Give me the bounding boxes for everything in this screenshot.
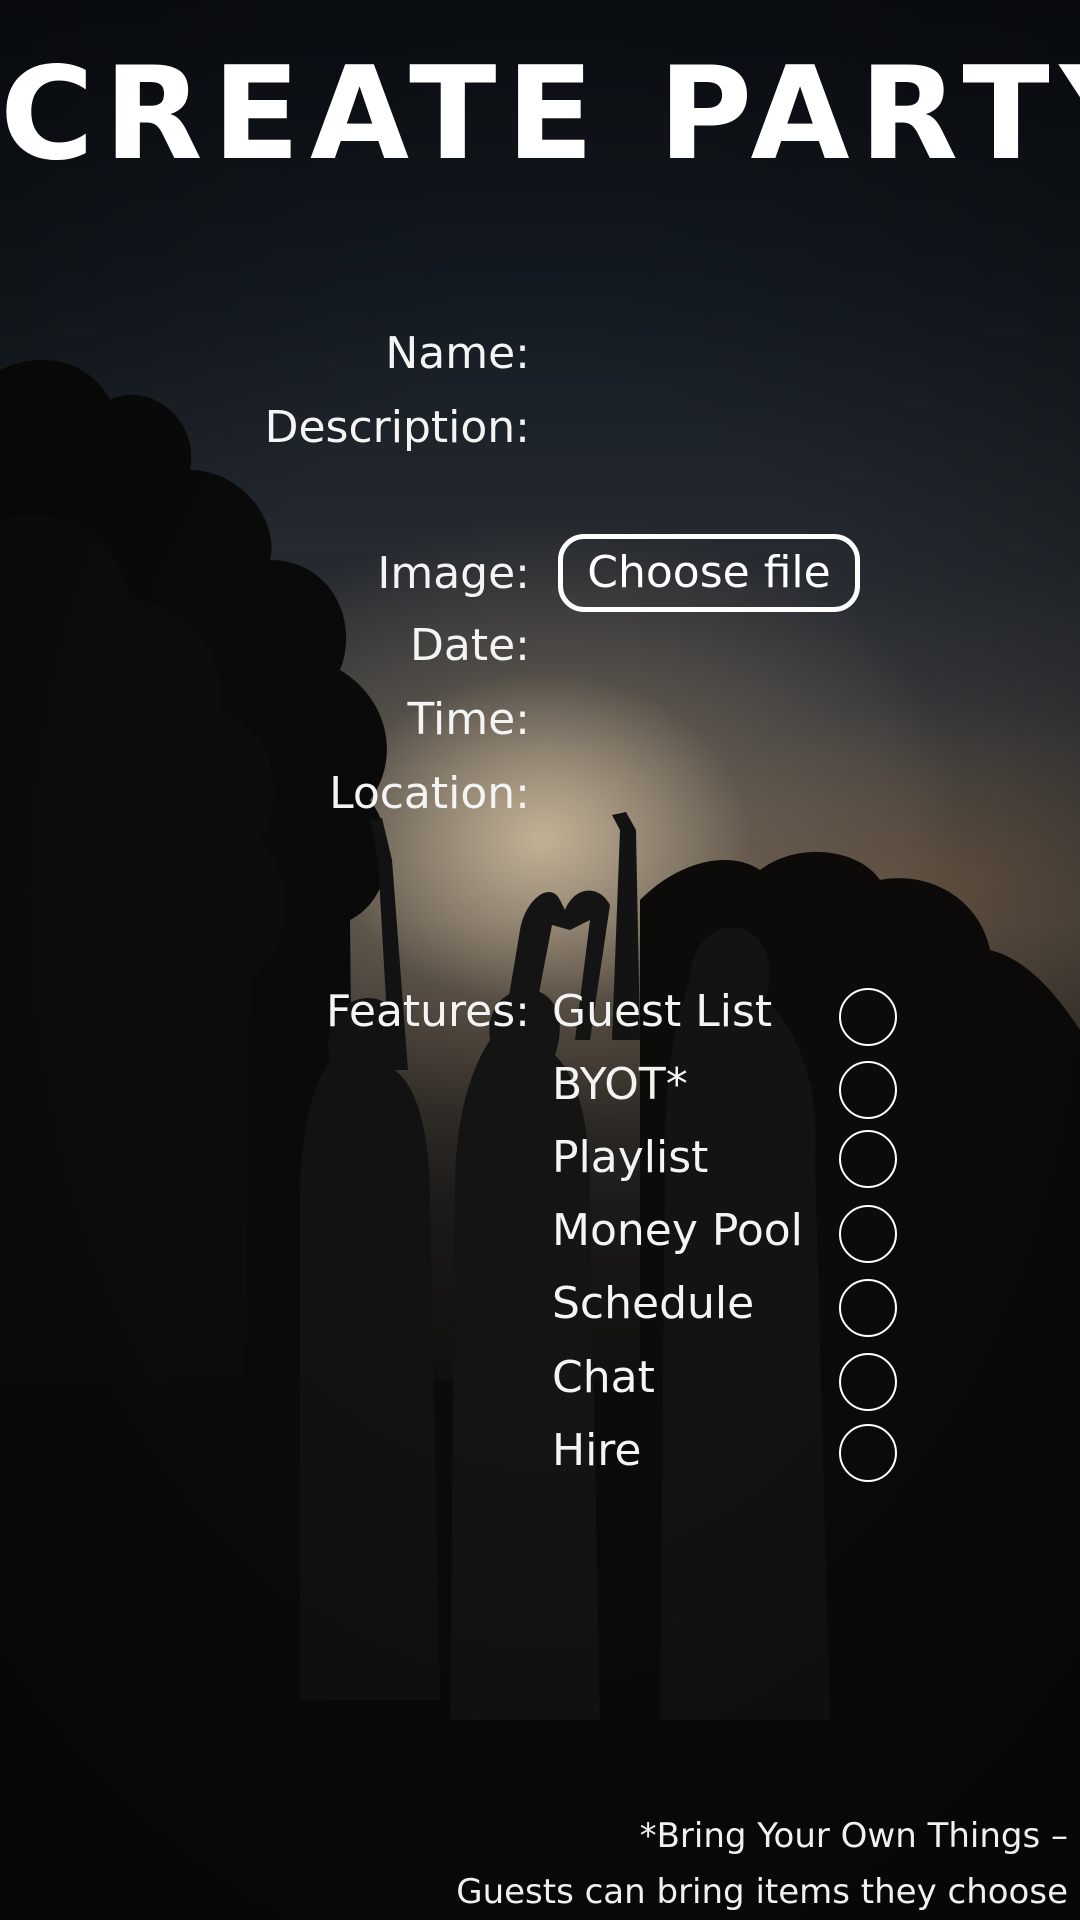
- chat-radio[interactable]: [839, 1353, 897, 1411]
- features-label: Features:: [325, 986, 530, 1037]
- feature-label: Hire: [552, 1425, 642, 1476]
- image-label: Image:: [377, 548, 530, 599]
- hire-radio[interactable]: [839, 1424, 897, 1482]
- create-party-screen: CREATE PARTY Name: Description: Image: C…: [0, 0, 1080, 1920]
- playlist-radio[interactable]: [839, 1130, 897, 1188]
- time-label: Time:: [407, 694, 530, 745]
- feature-label: Guest List: [552, 986, 773, 1037]
- footnote-byot-definition: *Bring Your Own Things –: [639, 1816, 1068, 1856]
- feature-label: Schedule: [552, 1278, 755, 1329]
- money-pool-radio[interactable]: [839, 1205, 897, 1263]
- byot-radio[interactable]: [839, 1061, 897, 1119]
- feature-label: BYOT*: [552, 1059, 688, 1110]
- date-label: Date:: [410, 620, 530, 671]
- location-label: Location:: [329, 768, 530, 819]
- guest-list-radio[interactable]: [839, 988, 897, 1046]
- name-label: Name:: [385, 328, 530, 379]
- feature-label: Playlist: [552, 1132, 709, 1183]
- schedule-radio[interactable]: [839, 1279, 897, 1337]
- feature-label: Chat: [552, 1352, 655, 1403]
- feature-label: Money Pool: [552, 1205, 803, 1256]
- background-vignette: [0, 0, 1080, 1920]
- choose-file-button[interactable]: Choose file: [558, 534, 860, 612]
- footnote-byot-explanation: Guests can bring items they choose: [456, 1872, 1068, 1912]
- page-title: CREATE PARTY: [0, 40, 1080, 189]
- description-label: Description:: [264, 402, 530, 453]
